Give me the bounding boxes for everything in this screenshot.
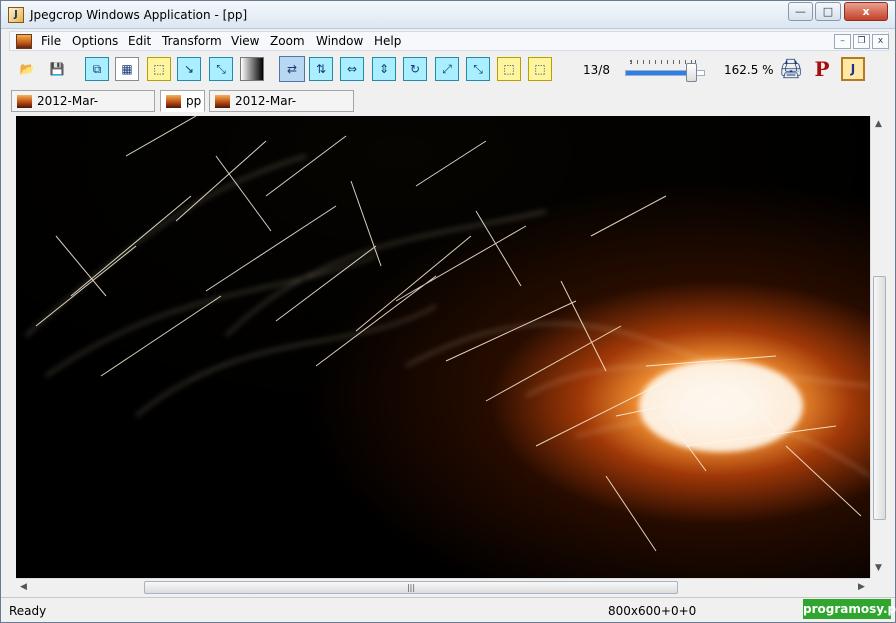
aspect-ratio: 13/8 [583, 63, 610, 77]
image-icon [17, 95, 32, 108]
save-button[interactable]: 💾 [45, 57, 69, 81]
crop-button[interactable]: ⬚ [147, 57, 171, 81]
toolbar: 📂 💾 ⧉ ▦ ⬚ ↘ ⤡ ⇄ ⇅ ⇔ ⇕ ↻ ⤢ ⤡ ⬚ ⬚ 13/8 162… [9, 54, 889, 86]
app-logo-icon: J [8, 7, 24, 23]
properties-button[interactable]: P [810, 57, 834, 81]
status-bar: Ready 800x600+0+0 programosy.pl [1, 597, 896, 622]
zoom-slider[interactable] [623, 60, 707, 84]
j-icon: J [850, 62, 856, 76]
scroll-right-icon[interactable]: ▶ [858, 583, 865, 592]
gradient-button[interactable] [240, 57, 264, 81]
menu-bar: File Options Edit Transform View Zoom Wi… [9, 31, 889, 51]
save-icon: 💾 [49, 62, 65, 76]
image-icon [166, 95, 181, 108]
transpose-button[interactable]: ⤢ [435, 57, 459, 81]
menu-zoom[interactable]: Zoom [270, 34, 305, 48]
grid-button[interactable]: ▦ [115, 57, 139, 81]
resize-icon: ⤡ [216, 62, 226, 76]
tab-2012-mar-14t19-04-52[interactable]: 2012-Mar-14T19.04.52 [209, 90, 354, 128]
tab-label: pp [186, 94, 202, 108]
scroll-down-icon[interactable]: ▼ [875, 564, 882, 573]
about-button[interactable]: J [841, 57, 865, 81]
grid-icon: ▦ [121, 62, 133, 76]
transform-icon: ⇄ [286, 62, 298, 76]
fractal-image [16, 116, 870, 578]
menu-edit[interactable]: Edit [128, 34, 151, 48]
flip-vertical-icon: ⇕ [378, 62, 390, 76]
crop-icon: ⬚ [153, 62, 165, 76]
scroll-up-icon[interactable]: ▲ [875, 120, 882, 129]
title-bar: J Jpegcrop Windows Application - [pp] — … [1, 1, 895, 29]
diagonal-icon: ⤡ [473, 62, 483, 76]
select-icon: ⬚ [503, 62, 515, 76]
maximize-button[interactable]: □ [815, 2, 841, 21]
document-tabs: 2012-Mar-14T19.01.14 pp 2012-Mar-14T19.0… [9, 90, 889, 128]
minimize-button[interactable]: — [788, 2, 813, 21]
print-button[interactable]: 🖨 [779, 57, 803, 81]
flip-vertical-button[interactable]: ⇕ [372, 57, 396, 81]
transform-alt-button[interactable]: ⇅ [309, 57, 333, 81]
status-text: Ready [9, 604, 47, 618]
menu-file[interactable]: File [41, 34, 61, 48]
zoom-value: 162.5 % [724, 63, 774, 77]
diagonal-icon: ⤢ [442, 62, 452, 76]
menu-help[interactable]: Help [374, 34, 401, 48]
document-restore-button[interactable]: ❐ [853, 34, 870, 49]
printer-icon: 🖨 [778, 57, 804, 80]
rotate-button[interactable]: ↻ [403, 57, 427, 81]
slider-thumb[interactable] [686, 63, 698, 82]
open-button[interactable]: 📂 [15, 57, 39, 81]
select-button[interactable]: ⬚ [497, 57, 521, 81]
tab-pp[interactable]: pp [160, 90, 205, 112]
vertical-scrollbar[interactable]: ▲ ▼ [870, 116, 887, 578]
close-button[interactable]: x [844, 2, 888, 21]
menu-transform[interactable]: Transform [162, 34, 222, 48]
transform-icon: ⇅ [315, 62, 327, 76]
scroll-left-icon[interactable]: ◀ [20, 583, 27, 592]
move-button[interactable]: ↘ [177, 57, 201, 81]
select-alt-button[interactable]: ⬚ [528, 57, 552, 81]
document-icon [16, 34, 32, 49]
flip-horizontal-icon: ⇔ [346, 62, 358, 76]
resize-button[interactable]: ⤡ [209, 57, 233, 81]
menu-window[interactable]: Window [316, 34, 363, 48]
horizontal-scrollbar[interactable]: ◀ ||| ▶ [16, 578, 870, 595]
tab-2012-mar-14t19-01-14[interactable]: 2012-Mar-14T19.01.14 [11, 90, 155, 128]
p-icon: P [814, 57, 830, 81]
document-close-button[interactable]: x [872, 34, 889, 49]
slider-fill [626, 71, 691, 75]
menu-options[interactable]: Options [72, 34, 118, 48]
transform-button[interactable]: ⇄ [279, 56, 305, 82]
flip-horizontal-button[interactable]: ⇔ [340, 57, 364, 81]
application-window: J Jpegcrop Windows Application - [pp] — … [0, 0, 896, 623]
image-icon [215, 95, 230, 108]
copy-button[interactable]: ⧉ [85, 57, 109, 81]
rotate-icon: ↻ [409, 62, 421, 76]
vertical-scroll-thumb[interactable] [873, 276, 886, 520]
horizontal-scroll-thumb[interactable]: ||| [144, 581, 678, 594]
image-canvas[interactable] [16, 116, 870, 578]
select-icon: ⬚ [534, 62, 546, 76]
document-minimize-button[interactable]: – [834, 34, 851, 49]
window-title: Jpegcrop Windows Application - [pp] [30, 8, 248, 22]
transverse-button[interactable]: ⤡ [466, 57, 490, 81]
copy-icon: ⧉ [92, 62, 102, 76]
watermark-badge: programosy.pl [803, 599, 896, 619]
menu-view[interactable]: View [231, 34, 259, 48]
image-dimensions: 800x600+0+0 [608, 604, 697, 618]
move-icon: ↘ [183, 62, 195, 76]
folder-open-icon: 📂 [19, 62, 35, 76]
